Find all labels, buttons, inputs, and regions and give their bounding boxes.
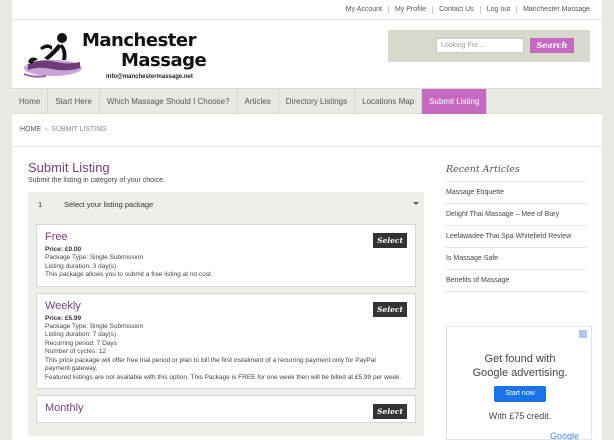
logo-subtitle: Massage xyxy=(121,50,207,71)
package-detail: Listing duration: 7 day(s) xyxy=(45,331,117,338)
ad-headline-2: Google advertising. xyxy=(472,367,568,379)
google-ad[interactable]: Get found with Google advertising. Start… xyxy=(446,326,592,440)
contact-us-link[interactable]: Contact Us xyxy=(432,5,480,14)
nav-locations-map[interactable]: Locations Map xyxy=(355,89,423,114)
nav-directory-listings[interactable]: Directory Listings xyxy=(279,89,356,114)
divider xyxy=(12,146,602,147)
package-name: Weekly xyxy=(45,299,81,312)
package-detail: Package Type: Single Submission xyxy=(45,322,144,330)
breadcrumb-current: SUBMIT LISTING xyxy=(51,126,107,133)
site-home-link[interactable]: Manchester Massage xyxy=(516,5,596,14)
top-links-bar: My Account My Profile Contact Us Log out… xyxy=(12,0,602,20)
package-price: Price: £5.99 xyxy=(45,314,82,322)
select-monthly-button[interactable]: Select xyxy=(373,404,407,419)
ad-start-now-button[interactable]: Start now xyxy=(494,386,546,402)
nav-home[interactable]: Home xyxy=(12,89,49,114)
package-price: Price: £0.00 xyxy=(45,246,82,253)
step-label: Select your listing package xyxy=(64,200,154,209)
package-card-weekly: Weekly Price: £5.99 Package Type: Single… xyxy=(36,292,416,389)
step-number: 1 xyxy=(38,200,43,209)
my-profile-link[interactable]: My Profile xyxy=(387,5,432,14)
package-detail: Recurring period: 7 Days xyxy=(45,339,117,347)
google-logo: Google xyxy=(549,431,579,440)
search-input[interactable]: Looking For ... xyxy=(436,38,524,53)
chevron-down-icon xyxy=(413,202,419,205)
recent-article-link[interactable]: Is Massage Safe xyxy=(446,248,586,270)
package-detail: Featured listings are not available with… xyxy=(45,373,402,381)
select-free-button[interactable]: Select xyxy=(373,233,407,248)
recent-article-link[interactable]: Massage Etiquette xyxy=(446,182,586,204)
select-weekly-button[interactable]: Select xyxy=(373,301,407,317)
nav-articles[interactable]: Articles xyxy=(238,89,279,114)
page-title: Submit Listing xyxy=(28,160,110,175)
package-list: Free Price: £0.00 Package Type: Single S… xyxy=(28,216,424,436)
recent-articles-heading: Recent Articles xyxy=(446,164,586,182)
step-header[interactable]: 1 Select your listing package xyxy=(28,192,424,216)
site-logo[interactable]: Manchester Massage info@manchestermassag… xyxy=(22,28,207,80)
main-nav: Home Start Here Which Massage Should I C… xyxy=(12,88,602,114)
sidebar: Recent Articles Massage Etiquette Deligh… xyxy=(446,160,586,292)
package-detail: payment gateway. xyxy=(45,365,98,372)
package-detail: Package Type: Single Submission xyxy=(45,254,144,261)
my-account-link[interactable]: My Account xyxy=(340,6,388,14)
header: Manchester Massage info@manchestermassag… xyxy=(12,20,602,88)
logo-title: Manchester xyxy=(82,30,196,51)
breadcrumb: HOME › SUBMIT LISTING xyxy=(20,126,107,133)
recent-article-link[interactable]: Benefits of Massage xyxy=(446,270,586,292)
package-name: Monthly xyxy=(45,402,84,414)
log-out-link[interactable]: Log out xyxy=(479,5,516,14)
package-card-free: Free Price: £0.00 Package Type: Single S… xyxy=(36,224,416,287)
logo-email: info@manchestermassage.net xyxy=(106,74,193,80)
package-card-monthly: Monthly Select xyxy=(36,395,416,423)
package-detail: Number of cycles: 12 xyxy=(45,348,107,355)
ad-choices-icon[interactable] xyxy=(579,330,587,338)
nav-submit-listing[interactable]: Submit Listing xyxy=(422,89,488,114)
ad-headline-1: Get found with xyxy=(484,353,556,365)
breadcrumb-home[interactable]: HOME xyxy=(20,126,41,133)
package-name: Free xyxy=(45,231,68,243)
breadcrumb-separator: › xyxy=(44,126,48,133)
package-detail: This price package will offer free trial… xyxy=(45,356,376,364)
search-button[interactable]: Search xyxy=(530,38,574,53)
package-detail: This package allows you to submit a free… xyxy=(45,271,213,278)
ad-credit-text: With £75 credit. xyxy=(488,411,552,421)
page-subtitle: Submit the listing in category of your c… xyxy=(28,177,165,184)
package-detail: Listing duration: 3 day(s) xyxy=(45,262,117,270)
massage-figure-icon xyxy=(23,33,82,78)
recent-article-link[interactable]: Leelawadee Thai Spa Whitefield Review xyxy=(446,226,586,248)
nav-which-massage[interactable]: Which Massage Should I Choose? xyxy=(100,89,238,114)
recent-article-link[interactable]: Delight Thai Massage – Mee of Bury xyxy=(446,204,586,226)
search-box: Looking For ... Search xyxy=(388,30,590,62)
page: My Account My Profile Contact Us Log out… xyxy=(12,0,602,440)
main-content: Submit Listing Submit the listing in cat… xyxy=(28,160,424,436)
nav-start-here[interactable]: Start Here xyxy=(48,89,100,114)
